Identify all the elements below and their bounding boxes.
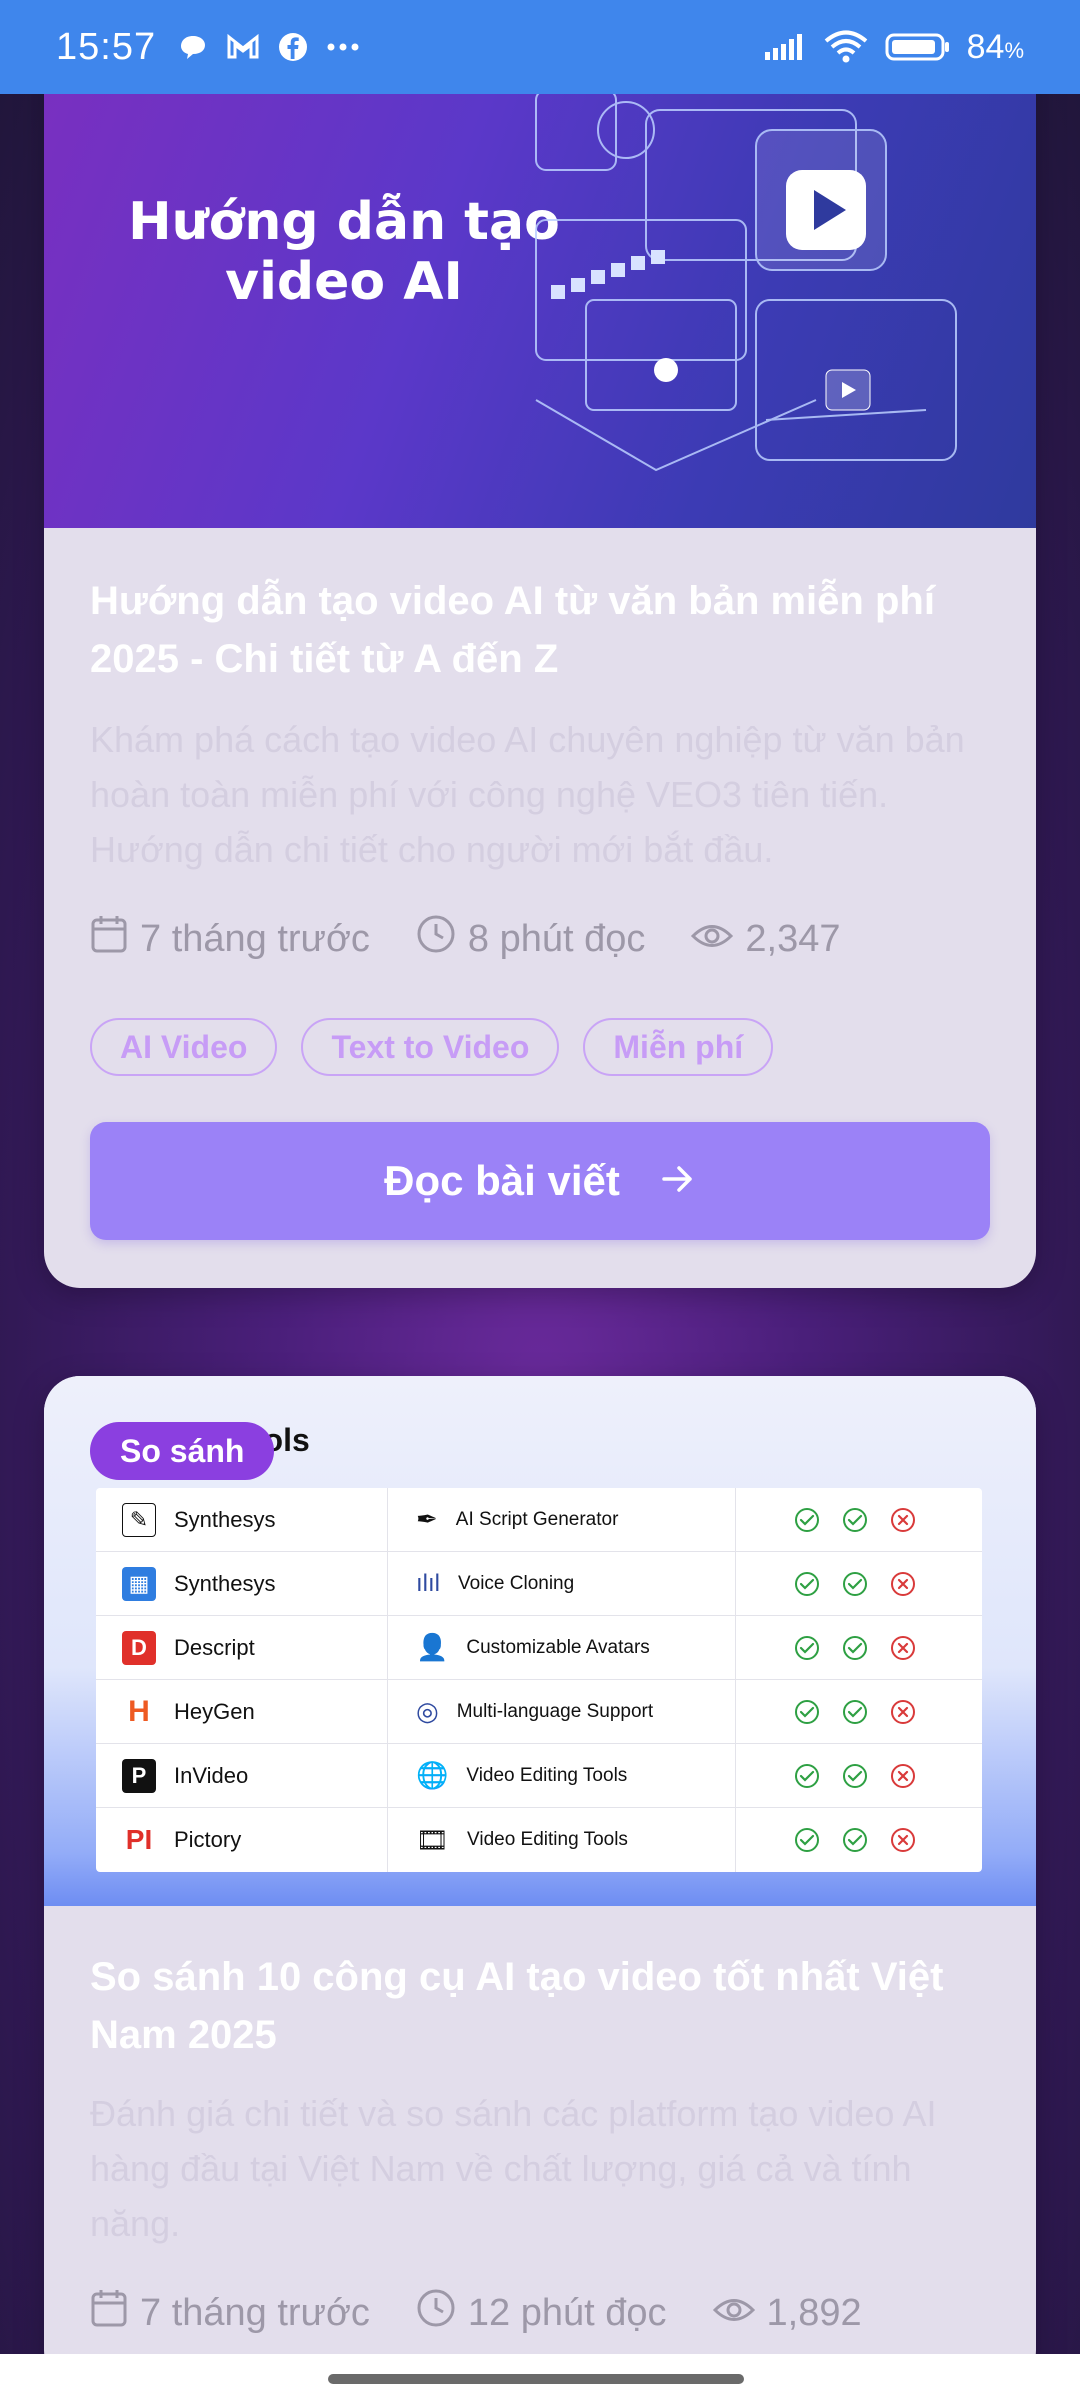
check-circle-icon [795,1571,819,1596]
status-time: 15:57 [56,25,157,68]
check-circle-icon [795,1828,819,1852]
home-gesture-bar[interactable] [328,2374,744,2384]
cross-circle-icon [891,1699,915,1724]
person-icon: 👤 [416,1632,449,1662]
article-date: 7 tháng trước [140,917,370,960]
table-row: PI Pictory 🎞 Video Editing Tools [96,1808,982,1872]
gmail-icon [226,33,260,61]
check-group [736,1507,982,1533]
tool-feature: Video Editing Tools [466,1764,628,1786]
tag-chip[interactable]: Miễn phí [583,1018,774,1076]
cross-circle-icon [891,1507,915,1532]
arrow-right-icon [660,1157,696,1205]
article-meta: 7 tháng trước 8 phút đọc 2,347 [90,914,887,964]
tool-name: Descript [174,1634,255,1660]
heygen-logo: H [122,1694,156,1729]
check-circle-icon [795,1507,819,1532]
read-article-button[interactable]: Đọc bài viết [90,1122,990,1240]
table-row: ▦ Synthesys ılıl Voice Cloning [96,1552,982,1616]
tool-name: InVideo [174,1762,249,1788]
article-date: 7 tháng trước [140,2291,370,2334]
check-circle-icon [795,1635,819,1660]
tool-name: HeyGen [174,1698,255,1724]
chat-bubble-icon [178,32,208,62]
battery-level: 84% [966,27,1024,66]
table-row: D Descript 👤 Customizable Avatars [96,1616,982,1680]
article-description: Khám phá cách tạo video AI chuyên nghiệp… [90,719,965,870]
eye-icon [691,918,734,961]
tool-feature: AI Script Generator [455,1508,619,1530]
check-circle-icon [795,1699,819,1724]
globe-icon: 🌐 [416,1760,449,1790]
tag-chip[interactable]: Text to Video [301,1018,560,1076]
check-group [736,1827,982,1853]
video-illustration [535,89,957,472]
view-count: 1,892 [766,2291,862,2334]
check-circle-icon [795,1763,819,1788]
pictory-logo: PI [122,1823,156,1857]
article-card[interactable]: Hướng dẫn tạo video AI Hướng dẫn tạo vid… [44,40,1036,1288]
check-group [736,1571,982,1597]
table-row: ✎ Synthesys ✒ AI Script Generator [96,1488,982,1552]
table-row: P InVideo 🌐 Video Editing Tools [96,1744,982,1808]
article-title[interactable]: Hướng dẫn tạo video AI từ văn bản miễn p… [90,572,990,688]
check-circle-icon [843,1571,867,1596]
article-card[interactable]: ools So sánh ✎ Synthesys ✒ AI Script Gener… [44,1376,1036,2386]
tool-feature: Voice Cloning [458,1572,575,1594]
battery-icon [885,32,951,62]
article-thumbnail: ools So sánh ✎ Synthesys ✒ AI Script Gener… [44,1376,1036,1906]
tool-name: Pictory [174,1827,242,1852]
tag-chip[interactable]: AI Video [90,1018,278,1076]
tool-name: Synthesys [174,1570,276,1596]
descript-logo: D [122,1630,156,1665]
synthesys-logo: ▦ [122,1566,156,1601]
article-title[interactable]: So sánh 10 công cụ AI tạo video tốt nhất… [90,1948,990,2064]
tool-feature: Multi-language Support [456,1700,654,1722]
check-circle-icon [843,1763,867,1788]
check-circle-icon [843,1635,867,1660]
check-group [736,1763,982,1789]
cross-circle-icon [891,1828,915,1852]
clock-icon [416,2288,456,2338]
status-bar: 15:57 84% [0,0,1080,94]
tool-name: Synthesys [174,1506,276,1532]
signal-icon [763,32,807,62]
cross-circle-icon [891,1763,915,1788]
read-time: 12 phút đọc [467,2291,667,2334]
tool-feature: Customizable Avatars [466,1636,650,1658]
calendar-icon [90,914,128,964]
read-time: 8 phút đọc [467,917,646,960]
view-count: 2,347 [745,917,841,960]
invideo-logo: P [122,1758,156,1793]
table-row: H HeyGen ◎ Multi-language Support [96,1680,982,1744]
tag-list: AI Video Text to Video Miễn phí [90,1018,774,1076]
read-article-label: Đọc bài viết [384,1157,620,1204]
avatar-circle-icon: ◎ [416,1696,439,1726]
cross-circle-icon [891,1635,915,1660]
tool-comparison-table: ✎ Synthesys ✒ AI Script Generator ▦ Synthes… [96,1488,982,1872]
tool-feature: Video Editing Tools [467,1829,628,1850]
category-badge: So sánh [90,1422,275,1480]
check-circle-icon [843,1828,867,1852]
more-dots-icon [326,42,360,52]
eye-icon [712,2292,755,2335]
check-group [736,1635,982,1661]
check-group [736,1699,982,1725]
clock-icon [416,914,456,964]
check-circle-icon [843,1507,867,1532]
article-description: Đánh giá chi tiết và so sánh các platfor… [90,2093,937,2244]
navigation-bar [0,2354,1080,2400]
calendar-icon [90,2288,128,2338]
waveform-icon: ılıl [416,1569,440,1597]
synthesys-logo: ✎ [122,1502,156,1537]
check-circle-icon [843,1699,867,1724]
article-thumbnail: Hướng dẫn tạo video AI [44,40,1036,528]
wifi-icon [823,30,869,64]
cross-circle-icon [891,1571,915,1596]
pen-icon: ✒ [416,1504,438,1534]
article-meta: 7 tháng trước 12 phút đọc 1,892 [90,2288,908,2338]
film-edit-icon: 🎞 [416,1824,450,1855]
facebook-icon [278,32,308,62]
